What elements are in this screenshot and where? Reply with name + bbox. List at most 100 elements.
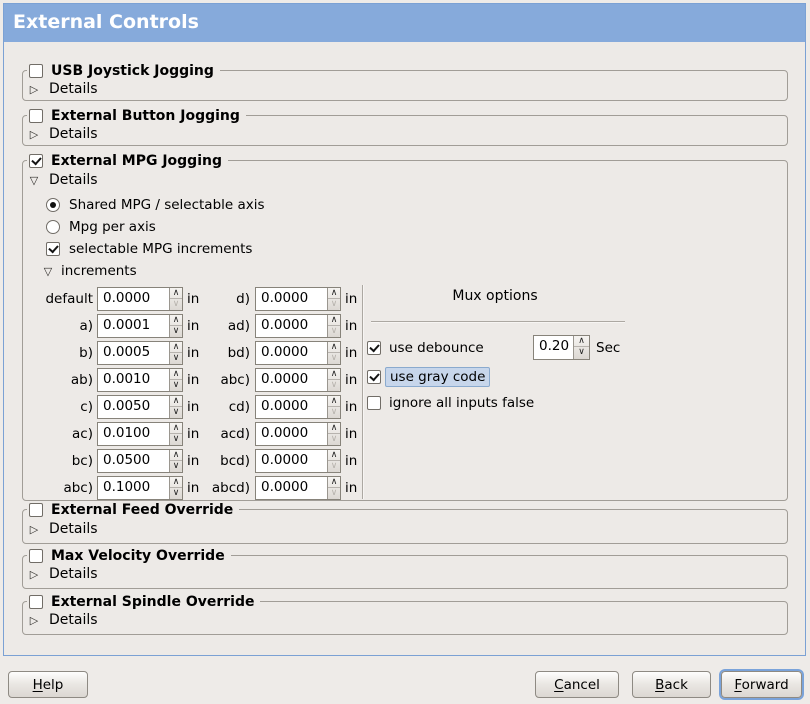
radio-shared-mpg[interactable]: Shared MPG / selectable axis [46,197,265,213]
spin-up-icon[interactable]: ∧ [328,423,340,434]
radio-icon[interactable] [46,198,60,212]
details-label[interactable]: Details [49,81,98,97]
use-debounce-checkbox[interactable] [367,341,381,355]
selectable-mpg-increments-checkbox[interactable]: selectable MPG increments [46,241,252,257]
external-mpg-checkbox[interactable] [29,154,43,168]
spinbox-entry[interactable]: 0.0000 [256,288,327,310]
increment-spinbox[interactable]: 0.0000 ∧∨ [255,422,341,446]
increment-spinbox[interactable]: 0.0000 ∧∨ [255,314,341,338]
spinbox-entry[interactable]: 0.0050 [98,396,169,418]
spinbox-entry[interactable]: 0.0000 [98,288,169,310]
increment-spinbox[interactable]: 0.0000 ∧∨ [255,287,341,311]
spin-down-icon[interactable]: ∨ [574,347,589,358]
increment-spinbox[interactable]: 0.0001 ∧∨ [97,314,183,338]
details-label[interactable]: Details [49,126,98,142]
use-debounce-label[interactable]: use debounce [389,340,484,356]
spinbox-entry[interactable]: 0.0010 [98,369,169,391]
section-title[interactable]: USB Joystick Jogging [51,63,214,79]
spin-down-icon[interactable]: ∨ [170,380,182,391]
spin-up-icon[interactable]: ∧ [170,288,182,299]
forward-button[interactable]: Forward [721,671,802,698]
debounce-spinbox[interactable]: 0.20 ∧∨ [533,335,590,360]
use-gray-code-label[interactable]: use gray code [385,367,490,387]
spin-down-icon[interactable]: ∨ [328,380,340,391]
section-title[interactable]: External MPG Jogging [51,153,222,169]
radio-mpg-per-axis[interactable]: Mpg per axis [46,219,156,235]
spin-down-icon[interactable]: ∨ [328,461,340,472]
spin-up-icon[interactable]: ∧ [328,369,340,380]
section-title[interactable]: External Button Jogging [51,108,240,124]
mpg-details-expander[interactable]: ▽ Details [28,172,98,188]
details-label[interactable]: Details [49,521,98,537]
max-velocity-checkbox[interactable] [29,549,43,563]
radio-label[interactable]: Mpg per axis [69,219,156,235]
increment-spinbox[interactable]: 0.0000 ∧∨ [255,395,341,419]
spinbox-entry[interactable]: 0.0001 [98,315,169,337]
external-feed-checkbox[interactable] [29,503,43,517]
ignore-all-inputs-checkbox[interactable] [367,396,381,410]
spinbox-entry[interactable]: 0.0000 [256,342,327,364]
spin-up-icon[interactable]: ∧ [328,477,340,488]
increment-spinbox[interactable]: 0.0000 ∧∨ [255,341,341,365]
spin-down-icon[interactable]: ∨ [170,299,182,310]
increment-spinbox[interactable]: 0.0500 ∧∨ [97,449,183,473]
spin-up-icon[interactable]: ∧ [328,288,340,299]
spin-up-icon[interactable]: ∧ [170,423,182,434]
spin-up-icon[interactable]: ∧ [170,396,182,407]
details-label[interactable]: Details [49,172,98,188]
spin-down-icon[interactable]: ∨ [170,434,182,445]
spin-down-icon[interactable]: ∨ [328,434,340,445]
spin-down-icon[interactable]: ∨ [328,353,340,364]
spin-down-icon[interactable]: ∨ [328,326,340,337]
usb-details-expander[interactable]: ▷ Details [28,81,98,97]
spin-down-icon[interactable]: ∨ [328,407,340,418]
spin-up-icon[interactable]: ∧ [170,450,182,461]
spinbox-entry[interactable]: 0.0005 [98,342,169,364]
spin-up-icon[interactable]: ∧ [170,342,182,353]
increment-spinbox[interactable]: 0.1000 ∧∨ [97,476,183,500]
increment-spinbox[interactable]: 0.0010 ∧∨ [97,368,183,392]
expander-expanded-icon[interactable]: ▽ [28,174,40,187]
external-button-checkbox[interactable] [29,109,43,123]
spinbox-entry[interactable]: 0.20 [534,336,573,359]
spinbox-entry[interactable]: 0.0000 [256,477,327,499]
radio-icon[interactable] [46,220,60,234]
spin-down-icon[interactable]: ∨ [170,488,182,499]
spin-up-icon[interactable]: ∧ [574,336,589,347]
expander-collapsed-icon[interactable]: ▷ [28,128,40,141]
spin-up-icon[interactable]: ∧ [170,315,182,326]
expander-collapsed-icon[interactable]: ▷ [28,523,40,536]
details-label[interactable]: Details [49,612,98,628]
increment-spinbox[interactable]: 0.0050 ∧∨ [97,395,183,419]
checkbox-label[interactable]: selectable MPG increments [69,241,252,257]
increment-spinbox[interactable]: 0.0000 ∧∨ [255,368,341,392]
spinbox-entry[interactable]: 0.0100 [98,423,169,445]
spin-up-icon[interactable]: ∧ [328,396,340,407]
increments-expander[interactable]: ▽ increments [42,263,137,279]
section-title[interactable]: External Spindle Override [51,594,254,610]
spin-down-icon[interactable]: ∨ [328,488,340,499]
expander-expanded-icon[interactable]: ▽ [42,265,54,278]
details-label[interactable]: Details [49,566,98,582]
back-button[interactable]: Back [632,671,711,698]
feed-details-expander[interactable]: ▷ Details [28,521,98,537]
spin-down-icon[interactable]: ∨ [170,407,182,418]
radio-label[interactable]: Shared MPG / selectable axis [69,197,265,213]
section-title[interactable]: External Feed Override [51,502,233,518]
spin-up-icon[interactable]: ∧ [170,477,182,488]
increment-spinbox[interactable]: 0.0000 ∧∨ [97,287,183,311]
spin-up-icon[interactable]: ∧ [170,369,182,380]
usb-joystick-checkbox[interactable] [29,64,43,78]
use-gray-code-checkbox[interactable] [367,370,381,384]
spinbox-entry[interactable]: 0.0000 [256,423,327,445]
spinbox-entry[interactable]: 0.0000 [256,369,327,391]
spindle-details-expander[interactable]: ▷ Details [28,612,98,628]
checkbox-icon[interactable] [46,242,60,256]
ignore-all-inputs-label[interactable]: ignore all inputs false [389,395,534,411]
spinbox-entry[interactable]: 0.0000 [256,450,327,472]
section-title[interactable]: Max Velocity Override [51,548,225,564]
expander-collapsed-icon[interactable]: ▷ [28,614,40,627]
spin-down-icon[interactable]: ∨ [170,326,182,337]
increment-spinbox[interactable]: 0.0000 ∧∨ [255,476,341,500]
spinbox-entry[interactable]: 0.0500 [98,450,169,472]
